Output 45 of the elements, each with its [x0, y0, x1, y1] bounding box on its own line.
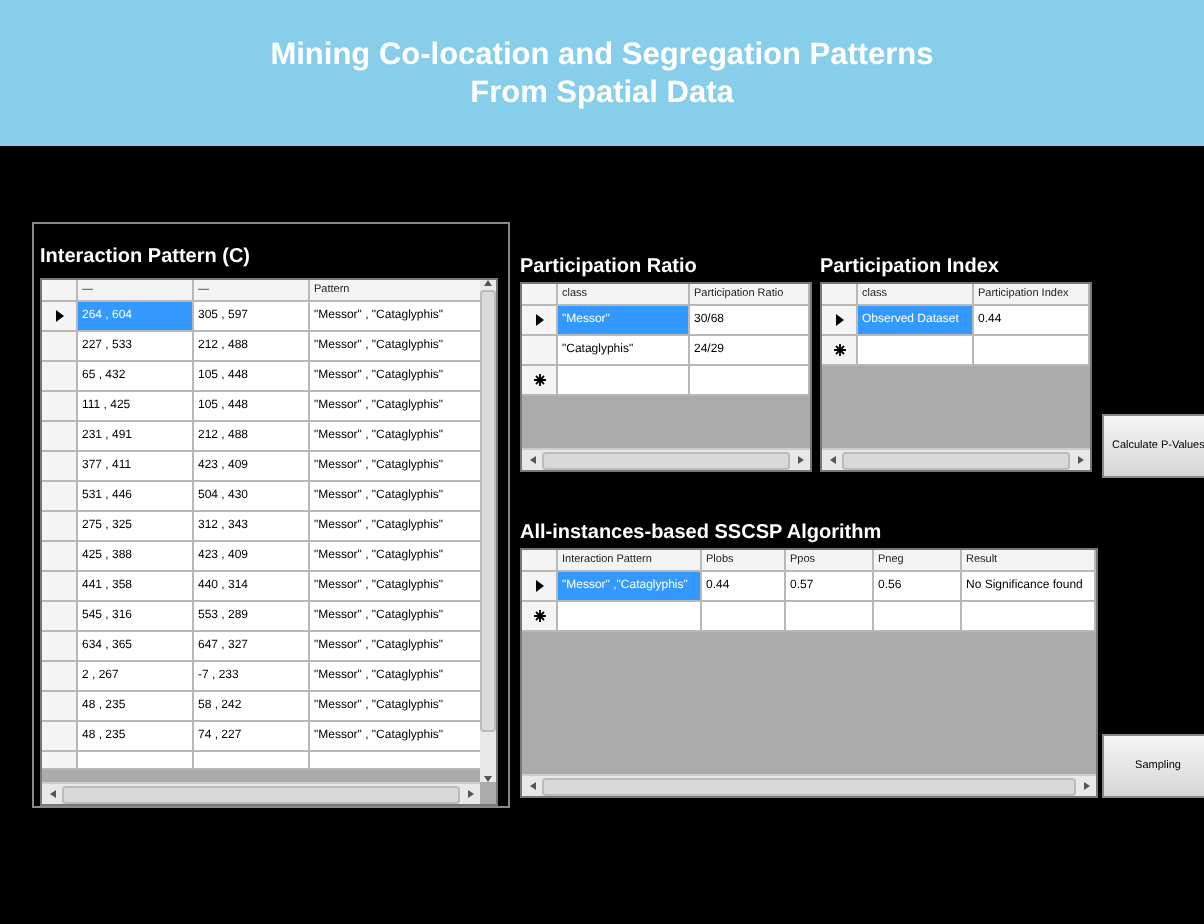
table-cell[interactable]	[194, 752, 310, 770]
scroll-left-icon[interactable]	[49, 790, 55, 798]
table-cell[interactable]	[962, 602, 1096, 632]
table-cell[interactable]	[702, 602, 786, 632]
table-cell[interactable]	[786, 602, 874, 632]
row-header	[42, 692, 78, 722]
group-title: Interaction Pattern (C)	[40, 246, 251, 272]
horizontal-scrollbar[interactable]	[822, 448, 1090, 470]
row-header	[42, 452, 78, 482]
scroll-right-icon[interactable]	[797, 456, 803, 464]
row-header	[42, 392, 78, 422]
row-header	[42, 512, 78, 542]
table-cell[interactable]	[78, 752, 194, 770]
row-header	[42, 632, 78, 662]
scroll-right-icon[interactable]	[1077, 456, 1083, 464]
scroll-left-icon[interactable]	[829, 456, 835, 464]
table-cell[interactable]	[310, 752, 480, 770]
row-header	[42, 602, 78, 632]
scroll-up-icon[interactable]	[484, 280, 492, 286]
vertical-scrollbar[interactable]	[480, 280, 496, 782]
scroll-left-icon[interactable]	[529, 782, 535, 790]
table-cell[interactable]	[558, 602, 702, 632]
section-title: All-instances-based SSCSP Algorithm	[520, 520, 884, 548]
section-title: Participation Index	[820, 254, 1001, 282]
row-header	[42, 542, 78, 572]
table-cell[interactable]	[874, 602, 962, 632]
app-title: Mining Co-location and Segregation Patterns	[270, 35, 934, 73]
table-cell[interactable]	[858, 336, 974, 366]
horizontal-scrollbar[interactable]	[522, 448, 810, 470]
row-header	[42, 572, 78, 602]
scroll-right-icon[interactable]	[1083, 782, 1089, 790]
table-cell[interactable]	[974, 336, 1090, 366]
scroll-left-icon[interactable]	[529, 456, 535, 464]
row-header	[42, 422, 78, 452]
row-header	[42, 662, 78, 692]
scroll-right-icon[interactable]	[467, 790, 473, 798]
app-title: From Spatial Data	[470, 73, 734, 111]
horizontal-scrollbar[interactable]	[522, 774, 1096, 796]
scroll-down-icon[interactable]	[484, 776, 492, 782]
row-header	[42, 362, 78, 392]
table-cell[interactable]	[558, 366, 690, 396]
horizontal-scrollbar[interactable]	[42, 782, 480, 804]
table-cell[interactable]	[690, 366, 810, 396]
row-header	[42, 482, 78, 512]
section-title: Participation Ratio	[520, 254, 699, 282]
